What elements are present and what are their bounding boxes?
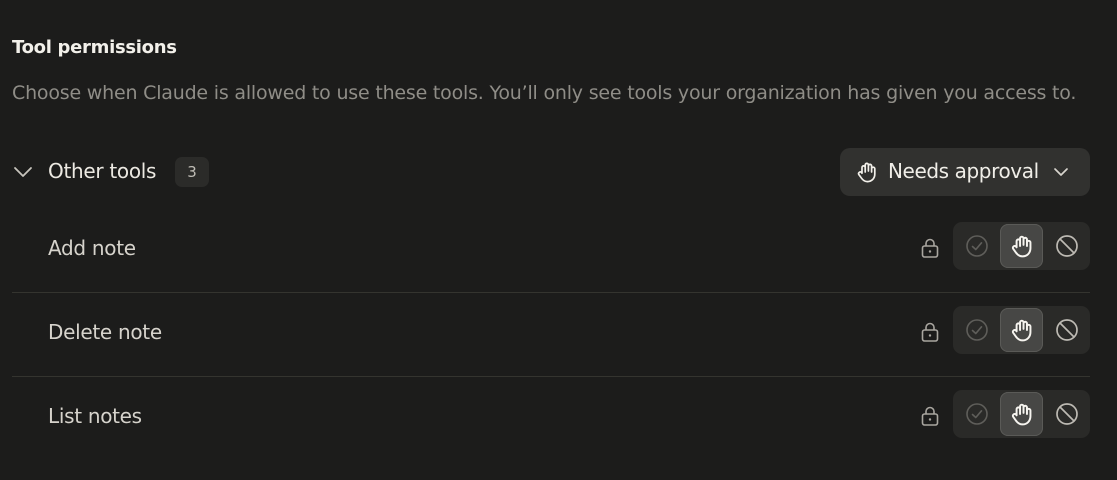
hand-icon: [855, 160, 879, 184]
permission-selector: [953, 222, 1090, 270]
tool-name: Delete note: [48, 320, 162, 344]
group-permission-dropdown[interactable]: Needs approval: [840, 148, 1090, 196]
check-circle-icon: [966, 319, 988, 341]
dropdown-label: Needs approval: [888, 159, 1039, 183]
needs-approval-option[interactable]: [1000, 224, 1043, 268]
tool-row: List notes: [12, 376, 1090, 460]
section-title: Tool permissions: [12, 37, 177, 58]
allow-option[interactable]: [955, 392, 998, 436]
needs-approval-option[interactable]: [1000, 392, 1043, 436]
lock-icon: [920, 405, 940, 427]
block-icon: [1056, 403, 1078, 425]
tool-name: Add note: [48, 236, 136, 260]
tool-group-header: Other tools 3 Needs approval: [12, 148, 1090, 196]
section-description: Choose when Claude is allowed to use the…: [12, 82, 1077, 104]
permission-selector: [953, 390, 1090, 438]
chevron-down-icon: [1052, 164, 1070, 180]
lock-icon: [920, 321, 940, 343]
tool-row: Add note: [12, 208, 1090, 293]
allow-option[interactable]: [955, 308, 998, 352]
allow-option[interactable]: [955, 224, 998, 268]
block-option[interactable]: [1045, 224, 1088, 268]
chevron-down-icon[interactable]: [12, 162, 34, 182]
block-icon: [1056, 319, 1078, 341]
hand-icon: [1011, 235, 1032, 258]
tool-name: List notes: [48, 404, 142, 428]
hand-icon: [1011, 319, 1032, 342]
tool-row: Delete note: [12, 292, 1090, 377]
needs-approval-option[interactable]: [1000, 308, 1043, 352]
tool-group-label[interactable]: Other tools: [48, 159, 156, 183]
hand-icon: [1011, 403, 1032, 426]
block-icon: [1056, 235, 1078, 257]
tool-count-badge: 3: [175, 157, 209, 187]
permission-selector: [953, 306, 1090, 354]
check-circle-icon: [966, 235, 988, 257]
lock-icon: [920, 237, 940, 259]
block-option[interactable]: [1045, 392, 1088, 436]
block-option[interactable]: [1045, 308, 1088, 352]
check-circle-icon: [966, 403, 988, 425]
